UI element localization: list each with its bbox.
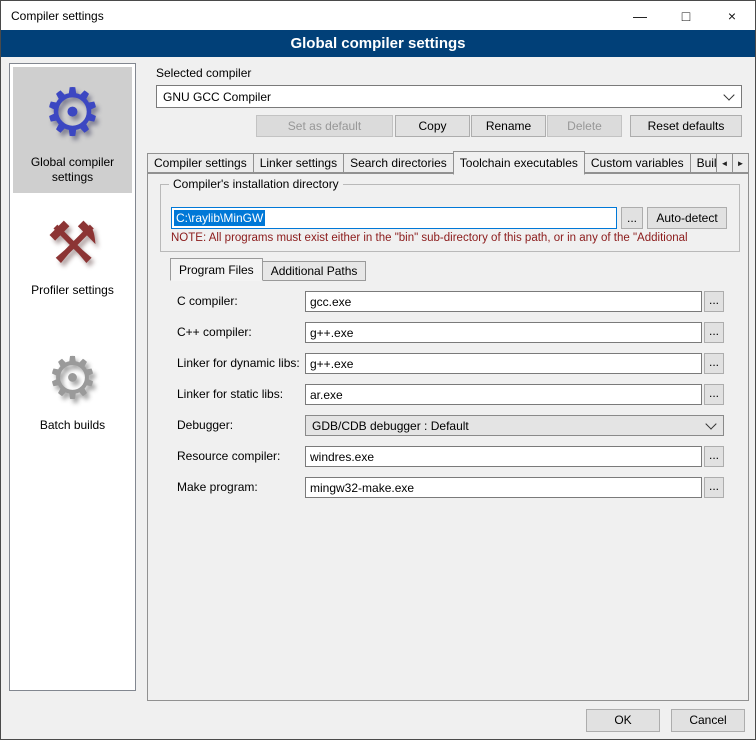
dynamic-linker-label: Linker for dynamic libs: [177,353,300,374]
debugger-select-value: GDB/CDB debugger : Default [312,419,469,433]
cpp-compiler-input[interactable] [305,322,702,343]
installation-directory-group-title: Compiler's installation directory [169,177,343,191]
sidebar-item-profiler-settings[interactable]: ⚒ Profiler settings [13,193,132,306]
tab-linker-settings[interactable]: Linker settings [253,153,344,173]
c-compiler-label: C compiler: [177,291,238,312]
sidebar-item-label: Batch builds [40,418,105,432]
category-sidebar: ⚙ Global compiler settings ⚒ Profiler se… [9,63,136,691]
tab-additional-paths[interactable]: Additional Paths [262,261,367,281]
sidebar-item-batch-builds[interactable]: ⚙ Batch builds [13,306,132,441]
tab-scroll-right-icon[interactable]: ► [732,153,749,173]
tab-scroll-buttons: ◄ ► [717,153,749,173]
compiler-select[interactable]: GNU GCC Compiler [156,85,742,108]
rename-button[interactable]: Rename [471,115,546,137]
chevron-down-icon [705,418,716,429]
cancel-button[interactable]: Cancel [671,709,745,732]
sidebar-item-label: Global compiler settings [31,155,114,184]
install-dir-note: NOTE: All programs must exist either in … [171,232,756,244]
toolchain-executables-panel: Compiler's installation directory C:\ray… [147,173,749,701]
dynamic-linker-input[interactable] [305,353,702,374]
tab-custom-variables[interactable]: Custom variables [584,153,691,173]
settings-tabbar: Compiler settings Linker settings Search… [147,151,749,173]
caption-buttons: — □ × [617,1,755,31]
install-dir-selected-text: C:\raylib\MinGW [174,210,265,226]
make-program-input[interactable] [305,477,702,498]
auto-detect-button[interactable]: Auto-detect [647,207,727,229]
dialog-header: Global compiler settings [1,30,755,57]
compiler-select-value: GNU GCC Compiler [163,90,271,104]
set-as-default-button[interactable]: Set as default [256,115,393,137]
debugger-select[interactable]: GDB/CDB debugger : Default [305,415,724,436]
tab-program-files[interactable]: Program Files [170,258,263,281]
tab-compiler-settings[interactable]: Compiler settings [147,153,254,173]
gear-blue-icon: ⚙ [15,79,130,145]
cpp-compiler-browse-button[interactable]: ... [704,322,724,343]
static-linker-browse-button[interactable]: ... [704,384,724,405]
static-linker-label: Linker for static libs: [177,384,283,405]
install-dir-input[interactable]: C:\raylib\MinGW [171,207,617,229]
ok-button[interactable]: OK [586,709,660,732]
window-title: Compiler settings [1,9,104,23]
make-program-browse-button[interactable]: ... [704,477,724,498]
titlebar: Compiler settings — □ × [1,1,755,31]
compiler-settings-window: Compiler settings — □ × Global compiler … [0,0,756,740]
selected-compiler-label: Selected compiler [156,66,251,80]
resource-compiler-label: Resource compiler: [177,446,280,467]
hammer-icon: ⚒ [15,215,130,273]
c-compiler-input[interactable] [305,291,702,312]
reset-defaults-button[interactable]: Reset defaults [630,115,742,137]
tab-toolchain-executables[interactable]: Toolchain executables [453,151,585,175]
copy-button[interactable]: Copy [395,115,470,137]
static-linker-input[interactable] [305,384,702,405]
maximize-button[interactable]: □ [663,1,709,31]
debugger-label: Debugger: [177,415,233,436]
dynamic-linker-browse-button[interactable]: ... [704,353,724,374]
tab-search-directories[interactable]: Search directories [343,153,454,173]
sidebar-item-label: Profiler settings [31,283,114,297]
resource-compiler-input[interactable] [305,446,702,467]
delete-button[interactable]: Delete [547,115,622,137]
installation-directory-groupbox: Compiler's installation directory C:\ray… [160,184,740,252]
dialog-header-text: Global compiler settings [290,35,465,52]
make-program-label: Make program: [177,477,258,498]
sidebar-item-global-compiler-settings[interactable]: ⚙ Global compiler settings [13,67,132,193]
program-tabs: Program Files Additional Paths [170,258,365,281]
close-button[interactable]: × [709,1,755,31]
cpp-compiler-label: C++ compiler: [177,322,252,343]
gear-gray-icon: ⚙ [15,350,130,408]
minimize-button[interactable]: — [617,1,663,31]
tab-build-options[interactable]: Build [690,153,718,173]
c-compiler-browse-button[interactable]: ... [704,291,724,312]
install-dir-browse-button[interactable]: ... [621,207,643,229]
chevron-down-icon [723,89,734,100]
resource-compiler-browse-button[interactable]: ... [704,446,724,467]
tab-scroll-left-icon[interactable]: ◄ [716,153,733,173]
